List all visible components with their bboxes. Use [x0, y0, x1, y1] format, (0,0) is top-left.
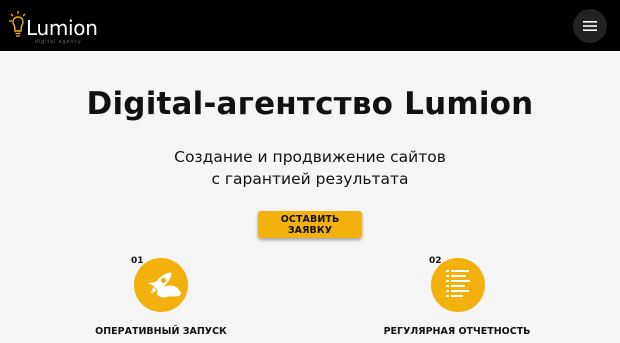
feature-label: ОПЕРАТИВНЫЙ ЗАПУСК	[95, 326, 227, 337]
feature-icon-circle	[431, 258, 485, 312]
document-icon	[446, 270, 470, 297]
logo-text: Lumion	[26, 16, 98, 40]
leave-request-button[interactable]: ОСТАВИТЬ ЗАЯВКУ	[258, 211, 362, 238]
rocket-icon	[147, 272, 181, 298]
feature-icon-circle	[134, 258, 188, 312]
page-title: Digital-агентство Lumion	[86, 86, 534, 122]
hamburger-menu-icon	[583, 21, 597, 31]
top-navbar: Lumion digital agency	[0, 0, 620, 51]
lightbulb-icon	[9, 11, 26, 37]
subtitle-line-1: Создание и продвижение сайтов	[174, 148, 446, 166]
subtitle-line-2: с гарантией результата	[211, 170, 409, 188]
hero-subtitle: Создание и продвижение сайтов с гарантие…	[0, 146, 620, 190]
logo-tagline: digital agency	[35, 39, 82, 45]
menu-button[interactable]	[573, 9, 607, 43]
feature-label: РЕГУЛЯРНАЯ ОТЧЕТНОСТЬ	[383, 326, 531, 337]
logo[interactable]: Lumion digital agency	[9, 10, 99, 46]
